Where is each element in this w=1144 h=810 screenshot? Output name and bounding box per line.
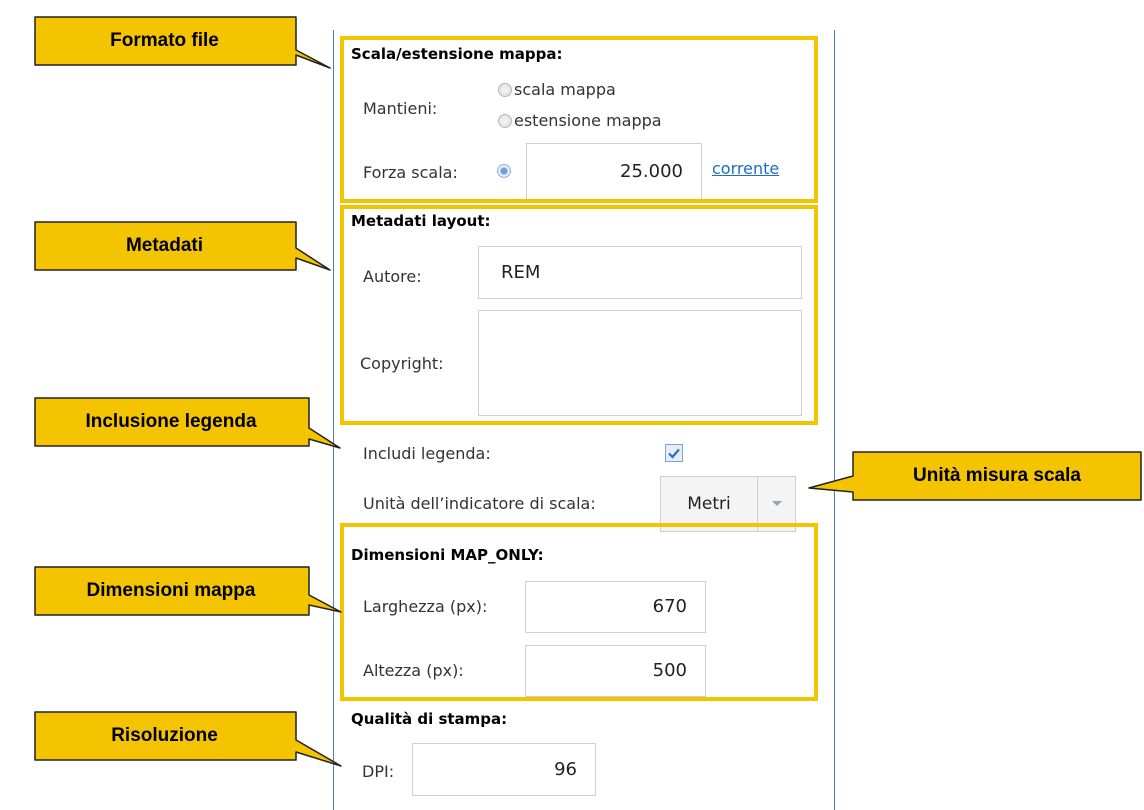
copyright-textarea[interactable] <box>478 310 802 416</box>
dpi-label: DPI: <box>362 762 395 781</box>
scalebar-unit-label: Unità dell’indicatore di scala: <box>363 494 596 513</box>
copyright-label: Copyright: <box>360 354 444 373</box>
current-scale-link[interactable]: corrente <box>712 161 779 177</box>
height-label: Altezza (px): <box>363 661 464 680</box>
scalebar-unit-value: Metri <box>661 477 758 531</box>
callout-risoluzione: Risoluzione <box>33 710 343 770</box>
scale-extent-title: Scala/estensione mappa: <box>351 45 563 63</box>
callout-metadati: Metadati <box>33 220 333 275</box>
callout-dimensioni-mappa-text: Dimensioni mappa <box>86 580 256 601</box>
callout-formato-file-text: Formato file <box>110 30 219 51</box>
callout-inclusione-legenda-text: Inclusione legenda <box>85 411 257 432</box>
author-label: Autore: <box>363 267 422 286</box>
width-input[interactable]: 670 <box>525 581 706 633</box>
force-scale-label: Forza scala: <box>363 163 458 182</box>
metadata-title: Metadati layout: <box>351 212 491 230</box>
callout-unita-misura-scala: Unità misura scala <box>805 450 1143 505</box>
callout-metadati-text: Metadati <box>125 235 204 256</box>
scalebar-unit-select[interactable]: Metri <box>660 476 796 532</box>
radio-scale-map[interactable] <box>498 83 512 97</box>
callout-dimensioni-mappa: Dimensioni mappa <box>33 565 343 620</box>
radio-map-extent-label[interactable]: estensione mappa <box>514 113 662 129</box>
include-legend-checkbox[interactable] <box>665 444 683 462</box>
radio-force-scale[interactable] <box>497 164 511 178</box>
width-label: Larghezza (px): <box>363 597 488 616</box>
author-input[interactable]: REM <box>478 246 802 299</box>
include-legend-label: Includi legenda: <box>363 444 491 463</box>
radio-map-extent[interactable] <box>498 114 512 128</box>
callout-risoluzione-text: Risoluzione <box>111 725 218 746</box>
map-only-title: Dimensioni MAP_ONLY: <box>351 546 544 564</box>
print-quality-title: Qualità di stampa: <box>351 710 508 728</box>
callout-unita-misura-scala-text: Unità misura scala <box>913 465 1081 486</box>
callout-formato-file: Formato file <box>33 15 333 70</box>
force-scale-input[interactable]: 25.000 <box>526 143 702 201</box>
chevron-down-icon[interactable] <box>759 477 795 531</box>
radio-scale-map-label[interactable]: scala mappa <box>514 82 616 98</box>
checkmark-icon <box>668 448 680 459</box>
maintain-label: Mantieni: <box>363 99 438 118</box>
callout-inclusione-legenda: Inclusione legenda <box>33 396 343 451</box>
dpi-input[interactable]: 96 <box>412 743 596 796</box>
height-input[interactable]: 500 <box>525 645 706 697</box>
